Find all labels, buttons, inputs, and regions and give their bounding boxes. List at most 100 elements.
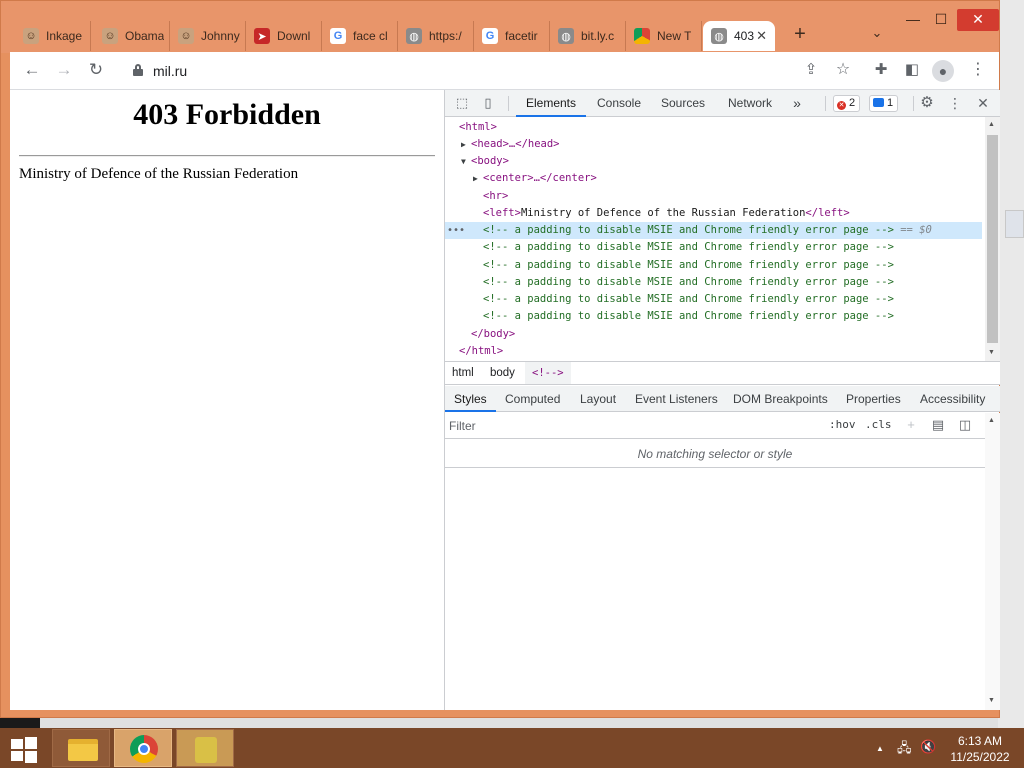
tab-properties[interactable]: Properties (846, 386, 901, 412)
tab-403-active[interactable]: ◍ 403 ✕ (703, 21, 775, 51)
dom-node-left[interactable]: <left>Ministry of Defence of the Russian… (445, 205, 982, 222)
dom-node-comment[interactable]: <!-- a padding to disable MSIE and Chrom… (445, 308, 982, 325)
divider (508, 96, 509, 111)
menu-kebab-icon[interactable]: ⋮ (966, 59, 990, 83)
face-photo-icon: ☺ (178, 28, 194, 44)
dom-node-body[interactable]: ▼ <body> (445, 153, 982, 170)
tab-sources[interactable]: Sources (656, 90, 710, 117)
extensions-puzzle-icon[interactable]: ✚ (869, 59, 893, 83)
styles-filter-input[interactable] (449, 416, 819, 436)
tab-layout[interactable]: Layout (580, 386, 616, 412)
tab-event-listeners[interactable]: Event Listeners (635, 386, 718, 412)
dom-node-html[interactable]: <html> (445, 119, 982, 136)
close-devtools-icon[interactable]: ✕ (975, 95, 991, 111)
close-window-button[interactable]: ✕ (957, 9, 999, 31)
side-panel-icon[interactable]: ◧ (900, 59, 924, 83)
devtools-menu-kebab-icon[interactable]: ⋮ (947, 95, 963, 111)
tab-accessibility[interactable]: Accessibility (920, 386, 985, 412)
tab-network[interactable]: Network (721, 90, 779, 117)
network-icon[interactable]: 🖧 (897, 739, 912, 761)
dom-node-comment-selected[interactable]: ••• <!-- a padding to disable MSIE and Ch… (445, 222, 982, 239)
show-hidden-icons-chevron-icon[interactable]: ▲ (876, 744, 884, 753)
dom-node-head[interactable]: ▶ <head>…</head> (445, 136, 982, 153)
dom-node-comment[interactable]: <!-- a padding to disable MSIE and Chrom… (445, 239, 982, 256)
scroll-down-arrow-icon[interactable]: ▼ (988, 697, 995, 704)
errors-badge[interactable]: ✕ 2 (833, 95, 861, 112)
scroll-up-arrow-icon[interactable]: ▲ (988, 121, 995, 128)
tab-bitly[interactable]: ◍ bit.ly.c (550, 21, 626, 51)
face-photo-icon: ☺ (102, 28, 118, 44)
node-actions-ellipsis-icon[interactable]: ••• (447, 222, 465, 239)
dom-node-body-close[interactable]: </body> (445, 326, 982, 343)
scrollbar-thumb[interactable] (987, 135, 998, 343)
element-state-paint-icon[interactable]: ▤ (931, 418, 945, 432)
desktop-background (998, 0, 1024, 728)
expand-triangle-icon[interactable]: ▶ (473, 170, 483, 187)
lock-icon[interactable] (133, 64, 143, 76)
breadcrumb-html[interactable]: html (445, 362, 481, 384)
security-app-taskbar-button[interactable] (176, 729, 234, 767)
messages-badge[interactable]: 1 (869, 95, 899, 112)
breadcrumb-comment[interactable]: <!--> (525, 362, 571, 384)
lock-app-icon (195, 737, 217, 763)
tab-console[interactable]: Console (590, 90, 648, 117)
tab-dom-breakpoints[interactable]: DOM Breakpoints (733, 386, 828, 412)
dom-node-comment[interactable]: <!-- a padding to disable MSIE and Chrom… (445, 257, 982, 274)
dom-node-html-close[interactable]: </html> (445, 343, 982, 360)
scroll-down-arrow-icon[interactable]: ▼ (988, 349, 995, 356)
settings-gear-icon[interactable]: ⚙ (919, 95, 935, 111)
tab-face-cl[interactable]: G face cl (322, 21, 398, 51)
url-text[interactable]: mil.ru (153, 63, 187, 79)
address-bar[interactable]: mil.ru ⇪ ☆ (119, 56, 889, 86)
chrome-taskbar-button[interactable] (114, 729, 172, 767)
clock-date[interactable]: 11/25/2022 (946, 750, 1014, 764)
new-tab-button[interactable]: + (788, 23, 812, 47)
minimize-button[interactable]: — (895, 9, 931, 31)
dom-node-hr[interactable]: <hr> (445, 188, 982, 205)
errors-count: 2 (849, 97, 856, 109)
expand-triangle-icon[interactable]: ▶ (461, 136, 471, 153)
tag-text: <center>…</center> (483, 172, 597, 184)
scroll-up-arrow-icon[interactable]: ▲ (988, 417, 995, 424)
share-icon[interactable]: ⇪ (799, 59, 823, 83)
profile-avatar-icon[interactable]: ● (932, 60, 954, 82)
back-arrow-icon[interactable]: ← (20, 59, 44, 83)
tab-styles[interactable]: Styles (445, 386, 496, 412)
horizontal-rule (19, 155, 435, 157)
dom-node-comment[interactable]: <!-- a padding to disable MSIE and Chrom… (445, 291, 982, 308)
maximize-button[interactable]: ☐ (927, 9, 955, 31)
device-toolbar-icon[interactable]: ▯ (480, 95, 496, 111)
tab-inkage[interactable]: ☺ Inkage (15, 21, 91, 51)
tab-new-tab[interactable]: New T (626, 21, 702, 51)
file-explorer-taskbar-button[interactable] (52, 729, 110, 767)
bookmark-star-icon[interactable]: ☆ (831, 59, 855, 83)
tab-elements[interactable]: Elements (516, 90, 586, 117)
tab-obama[interactable]: ☺ Obama (94, 21, 170, 51)
dom-node-comment[interactable]: <!-- a padding to disable MSIE and Chrom… (445, 274, 982, 291)
face-photo-icon: ☺ (23, 28, 39, 44)
styles-scrollbar[interactable]: ▲ ▼ (985, 413, 1000, 710)
forward-arrow-icon[interactable]: → (52, 59, 76, 83)
tab-computed[interactable]: Computed (505, 386, 560, 412)
cls-toggle[interactable]: .cls (865, 418, 892, 431)
tab-facetir[interactable]: G facetir (474, 21, 550, 51)
clock-time[interactable]: 6:13 AM (950, 734, 1010, 748)
tab-download[interactable]: ➤ Downl (246, 21, 322, 51)
volume-muted-icon[interactable]: 🔇 (920, 739, 936, 755)
windows-start-icon[interactable] (8, 737, 40, 763)
close-tab-icon[interactable]: ✕ (756, 28, 767, 44)
selected-marker: == $0 (900, 224, 932, 236)
reload-icon[interactable]: ↻ (84, 59, 108, 83)
more-tabs-chevron-icon[interactable]: » (789, 90, 805, 117)
tab-search-chevron-icon[interactable]: ⌄ (867, 25, 887, 45)
collapse-triangle-icon[interactable]: ▼ (461, 153, 471, 170)
breadcrumb-body[interactable]: body (483, 362, 522, 384)
dom-tree-scrollbar[interactable]: ▲ ▼ (985, 117, 1000, 361)
tab-johnny[interactable]: ☺ Johnny (170, 21, 246, 51)
toggle-sidebar-icon[interactable]: ◫ (958, 418, 972, 432)
new-style-rule-plus-icon[interactable]: + (904, 418, 918, 432)
inspect-element-icon[interactable]: ⬚ (454, 95, 470, 111)
dom-node-center[interactable]: ▶ <center>…</center> (445, 170, 982, 187)
tab-https[interactable]: ◍ https:/ (398, 21, 474, 51)
hov-toggle[interactable]: :hov (829, 418, 856, 431)
